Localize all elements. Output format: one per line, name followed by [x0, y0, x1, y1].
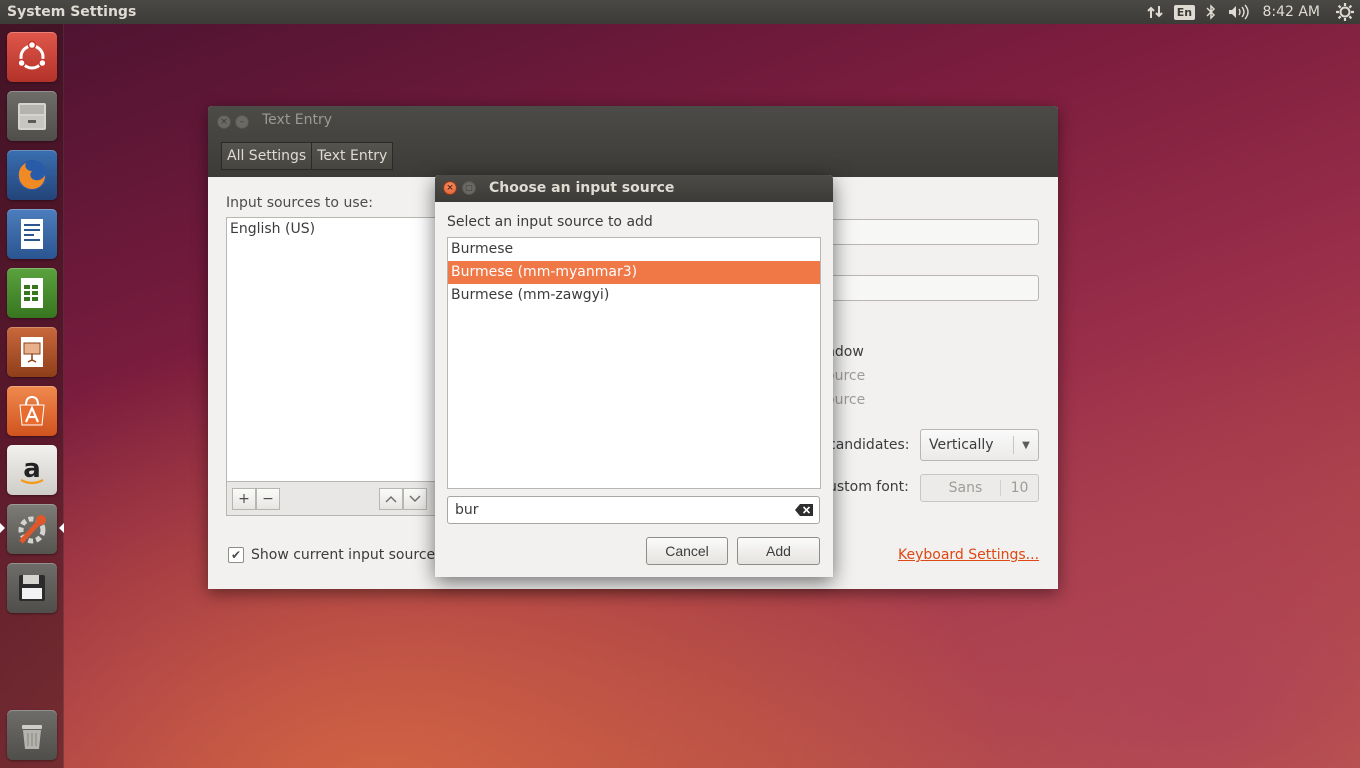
app-title: System Settings [7, 4, 137, 20]
network-icon[interactable] [1140, 0, 1170, 24]
window-titlebar: × – Text Entry All Settings Text Entry [208, 106, 1058, 177]
show-current-source-option[interactable]: ✔ Show current input source in [228, 547, 452, 563]
top-panel: System Settings En 8:42 AM [0, 0, 1360, 24]
show-current-source-checkbox[interactable]: ✔ [228, 547, 244, 563]
window-title: Text Entry [262, 112, 333, 128]
close-icon[interactable]: × [217, 115, 231, 129]
switch-shortcut-field[interactable] [828, 219, 1039, 245]
firefox-icon[interactable] [7, 150, 57, 200]
switch-back-shortcut-field[interactable] [828, 275, 1039, 301]
files-icon[interactable] [7, 91, 57, 141]
breadcrumb-text-entry[interactable]: Text Entry [312, 142, 394, 170]
trash-icon[interactable] [7, 710, 57, 760]
svg-text:a: a [23, 454, 41, 484]
custom-font-button[interactable]: Sans 10 [920, 474, 1039, 502]
font-size: 10 [1000, 480, 1038, 496]
choose-input-source-dialog: × □ Choose an input source Select an inp… [435, 175, 833, 577]
custom-font-label: ustom font: [828, 479, 909, 495]
breadcrumb-all-settings[interactable]: All Settings [221, 142, 313, 170]
search-input[interactable] [448, 502, 789, 518]
dropdown-arrow-icon: ▼ [1022, 439, 1030, 451]
system-settings-icon[interactable] [7, 504, 57, 554]
launcher: a [0, 24, 64, 768]
ubuntu-dash-icon[interactable] [7, 32, 57, 82]
focused-app-indicator [59, 523, 64, 533]
show-current-source-label: Show current input source in [251, 547, 453, 563]
font-name: Sans [948, 480, 983, 496]
keyboard-settings-link[interactable]: Keyboard Settings... [898, 547, 1039, 563]
list-item[interactable]: Burmese (mm-zawgyi) [448, 284, 820, 307]
impress-icon[interactable] [7, 327, 57, 377]
writer-icon[interactable] [7, 209, 57, 259]
candidates-orientation-select[interactable]: Vertically ▼ [920, 429, 1039, 461]
candidates-orientation-value: Vertically [929, 437, 994, 453]
dialog-title: Choose an input source [489, 180, 675, 196]
clock[interactable]: 8:42 AM [1252, 0, 1330, 24]
software-center-icon[interactable] [7, 386, 57, 436]
chevron-up-icon [385, 496, 397, 503]
volume-icon[interactable] [1224, 0, 1252, 24]
search-field[interactable] [447, 496, 820, 524]
indicator-area: En 8:42 AM [1140, 0, 1360, 24]
session-gear-icon[interactable] [1330, 0, 1360, 24]
list-item[interactable]: Burmese [448, 238, 820, 261]
save-icon[interactable] [7, 563, 57, 613]
amazon-icon[interactable]: a [7, 445, 57, 495]
list-item-selected[interactable]: Burmese (mm-myanmar3) [448, 261, 820, 284]
add-source-button[interactable]: + [232, 488, 256, 510]
cancel-button[interactable]: Cancel [646, 537, 728, 565]
minimize-icon[interactable]: – [235, 115, 249, 129]
chevron-down-icon [409, 495, 421, 502]
close-icon[interactable]: × [443, 181, 457, 195]
keyboard-layout-label: En [1173, 4, 1196, 20]
clear-search-icon[interactable] [789, 504, 819, 516]
calc-icon[interactable] [7, 268, 57, 318]
add-button[interactable]: Add [737, 537, 820, 565]
maximize-icon[interactable]: □ [462, 181, 476, 195]
keyboard-layout-indicator[interactable]: En [1170, 0, 1198, 24]
active-app-indicator [0, 523, 5, 533]
remove-source-button[interactable]: − [256, 488, 280, 510]
candidates-label: candidates: [828, 437, 910, 453]
breadcrumb: All Settings Text Entry [221, 142, 394, 170]
input-source-options-list[interactable]: Burmese Burmese (mm-myanmar3) Burmese (m… [447, 237, 821, 489]
move-down-button[interactable] [403, 488, 427, 510]
bluetooth-icon[interactable] [1198, 0, 1224, 24]
move-up-button[interactable] [379, 488, 403, 510]
dialog-prompt: Select an input source to add [447, 214, 653, 230]
input-sources-label: Input sources to use: [226, 195, 373, 211]
dialog-titlebar: × □ Choose an input source [435, 175, 833, 202]
